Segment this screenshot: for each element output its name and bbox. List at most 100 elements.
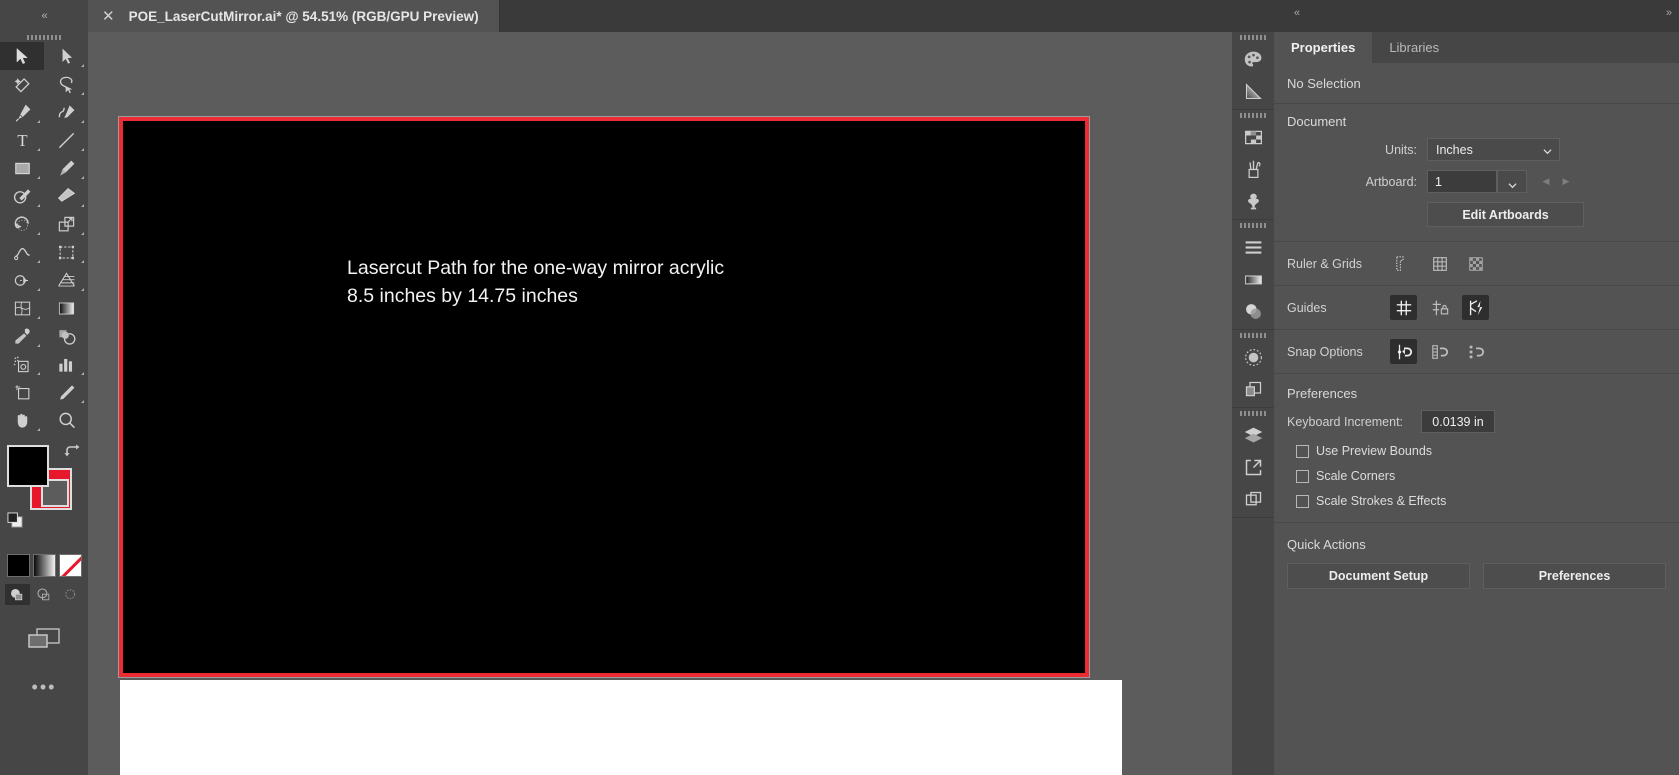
previous-artboard-button[interactable]: ◀ (1536, 170, 1556, 193)
layers-panel-icon[interactable] (1232, 419, 1274, 451)
show-guides-icon[interactable] (1390, 295, 1417, 320)
free-transform-tool[interactable] (44, 238, 88, 266)
units-select[interactable]: Inches (1427, 138, 1560, 161)
rail-drag-handle[interactable] (1232, 220, 1274, 231)
artboards-panel-icon[interactable] (1232, 373, 1274, 405)
artboard[interactable]: Lasercut Path for the one-way mirror acr… (118, 116, 1090, 678)
artboard-number-input[interactable]: 1 (1427, 170, 1497, 193)
paintbrush-tool[interactable] (44, 154, 88, 182)
pen-tool[interactable] (0, 98, 44, 126)
rail-group-align (1232, 220, 1274, 330)
stroke-panel-icon[interactable] (1232, 263, 1274, 295)
default-fill-stroke-icon[interactable] (7, 512, 24, 529)
tab-libraries[interactable]: Libraries (1372, 32, 1456, 63)
scale-corners-checkbox[interactable] (1296, 469, 1309, 483)
draw-normal-button[interactable] (4, 584, 30, 605)
snap-to-pixel-icon[interactable] (1462, 339, 1489, 364)
collapse-left-button[interactable]: « (0, 0, 88, 32)
shaper-tool[interactable] (0, 182, 44, 210)
document-tab-title: POE_LaserCutMirror.ai* @ 54.51% (RGB/GPU… (128, 8, 479, 24)
collapse-panel-button[interactable]: « (1294, 7, 1300, 19)
snap-to-point-icon[interactable] (1390, 339, 1417, 364)
gradient-tool[interactable] (44, 294, 88, 322)
appearance-panel-icon[interactable] (1232, 341, 1274, 373)
show-transparency-grid-icon[interactable] (1462, 251, 1489, 276)
hand-tool[interactable] (0, 406, 44, 434)
tools-panel-drag-handle[interactable] (0, 32, 88, 42)
rotate-tool[interactable] (0, 210, 44, 238)
preferences-button[interactable]: Preferences (1483, 563, 1666, 589)
brushes-panel-icon[interactable] (1232, 153, 1274, 185)
drag-dots-icon (27, 34, 61, 40)
fill-color-swatch[interactable] (7, 445, 49, 487)
close-icon[interactable]: ✕ (102, 9, 115, 24)
rail-drag-handle[interactable] (1232, 110, 1274, 121)
show-grid-icon[interactable] (1426, 251, 1453, 276)
draw-behind-button[interactable] (32, 584, 57, 605)
keyboard-increment-input[interactable]: 0.0139 in (1421, 410, 1495, 433)
scale-tool[interactable] (44, 210, 88, 238)
scale-strokes-effects-row[interactable]: Scale Strokes & Effects (1287, 494, 1666, 508)
width-tool[interactable] (0, 238, 44, 266)
none-mode-button[interactable] (58, 554, 82, 577)
perspective-grid-tool[interactable] (44, 266, 88, 294)
rail-drag-handle[interactable] (1232, 408, 1274, 419)
rail-drag-handle[interactable] (1232, 32, 1274, 43)
blend-tool[interactable] (44, 322, 88, 350)
symbols-panel-icon[interactable] (1232, 185, 1274, 217)
zoom-tool[interactable] (44, 406, 88, 434)
document-tab[interactable]: ✕ POE_LaserCutMirror.ai* @ 54.51% (RGB/G… (88, 0, 500, 32)
column-graph-tool[interactable] (44, 350, 88, 378)
eraser-tool[interactable] (44, 182, 88, 210)
smart-guides-icon[interactable] (1462, 295, 1489, 320)
draw-inside-button[interactable] (59, 584, 84, 605)
tab-properties[interactable]: Properties (1274, 32, 1373, 63)
edit-artboards-button[interactable]: Edit Artboards (1427, 202, 1584, 227)
show-rulers-icon[interactable] (1390, 251, 1417, 276)
color-mode-button[interactable] (6, 554, 30, 577)
document-setup-button[interactable]: Document Setup (1287, 563, 1470, 589)
curvature-tool[interactable] (44, 98, 88, 126)
rail-drag-handle[interactable] (1232, 330, 1274, 341)
title-bar-right (1265, 0, 1679, 32)
magic-wand-tool[interactable] (0, 70, 44, 98)
artboard-select-dropdown[interactable] (1497, 170, 1527, 193)
drag-dots-icon (1240, 223, 1266, 228)
swatches-panel-icon[interactable] (1232, 121, 1274, 153)
gradient-mode-button[interactable] (32, 554, 56, 577)
selection-tool[interactable] (0, 42, 44, 70)
more-tools-button[interactable]: ••• (0, 677, 88, 698)
slice-tool[interactable] (44, 378, 88, 406)
color-panel-icon[interactable] (1232, 43, 1274, 75)
lock-guides-icon[interactable] (1426, 295, 1453, 320)
symbol-sprayer-tool[interactable] (0, 350, 44, 378)
direct-selection-tool[interactable] (44, 42, 88, 70)
use-preview-bounds-row[interactable]: Use Preview Bounds (1287, 444, 1666, 458)
fill-stroke-controls (0, 440, 88, 550)
artboard-text-block[interactable]: Lasercut Path for the one-way mirror acr… (347, 254, 724, 311)
pathfinder-panel-icon[interactable] (1232, 483, 1274, 515)
align-panel-icon[interactable] (1232, 231, 1274, 263)
swap-fill-stroke-icon[interactable] (64, 444, 80, 460)
expand-panel-button[interactable]: » (1666, 7, 1672, 19)
use-preview-bounds-checkbox[interactable] (1296, 444, 1309, 458)
asset-export-panel-icon[interactable] (1232, 451, 1274, 483)
snap-to-grid-icon[interactable] (1426, 339, 1453, 364)
artboard-tool[interactable] (0, 378, 44, 406)
shape-builder-tool[interactable] (0, 266, 44, 294)
type-tool[interactable]: T (0, 126, 44, 154)
scale-strokes-effects-checkbox[interactable] (1296, 494, 1309, 508)
transparency-panel-icon[interactable] (1232, 295, 1274, 327)
mesh-tool[interactable] (0, 294, 44, 322)
rectangle-tool[interactable] (0, 154, 44, 182)
title-bar: « ✕ POE_LaserCutMirror.ai* @ 54.51% (RGB… (0, 0, 1679, 32)
eyedropper-tool[interactable] (0, 322, 44, 350)
next-artboard-button[interactable]: ▶ (1556, 170, 1576, 193)
lasso-tool[interactable] (44, 70, 88, 98)
gradient-panel-icon[interactable] (1232, 75, 1274, 107)
canvas-area[interactable]: Lasercut Path for the one-way mirror acr… (88, 32, 1210, 775)
line-segment-tool[interactable] (44, 126, 88, 154)
scale-corners-row[interactable]: Scale Corners (1287, 469, 1666, 483)
preferences-section: Preferences Keyboard Increment: 0.0139 i… (1274, 374, 1679, 523)
screen-mode-button[interactable] (0, 627, 88, 649)
